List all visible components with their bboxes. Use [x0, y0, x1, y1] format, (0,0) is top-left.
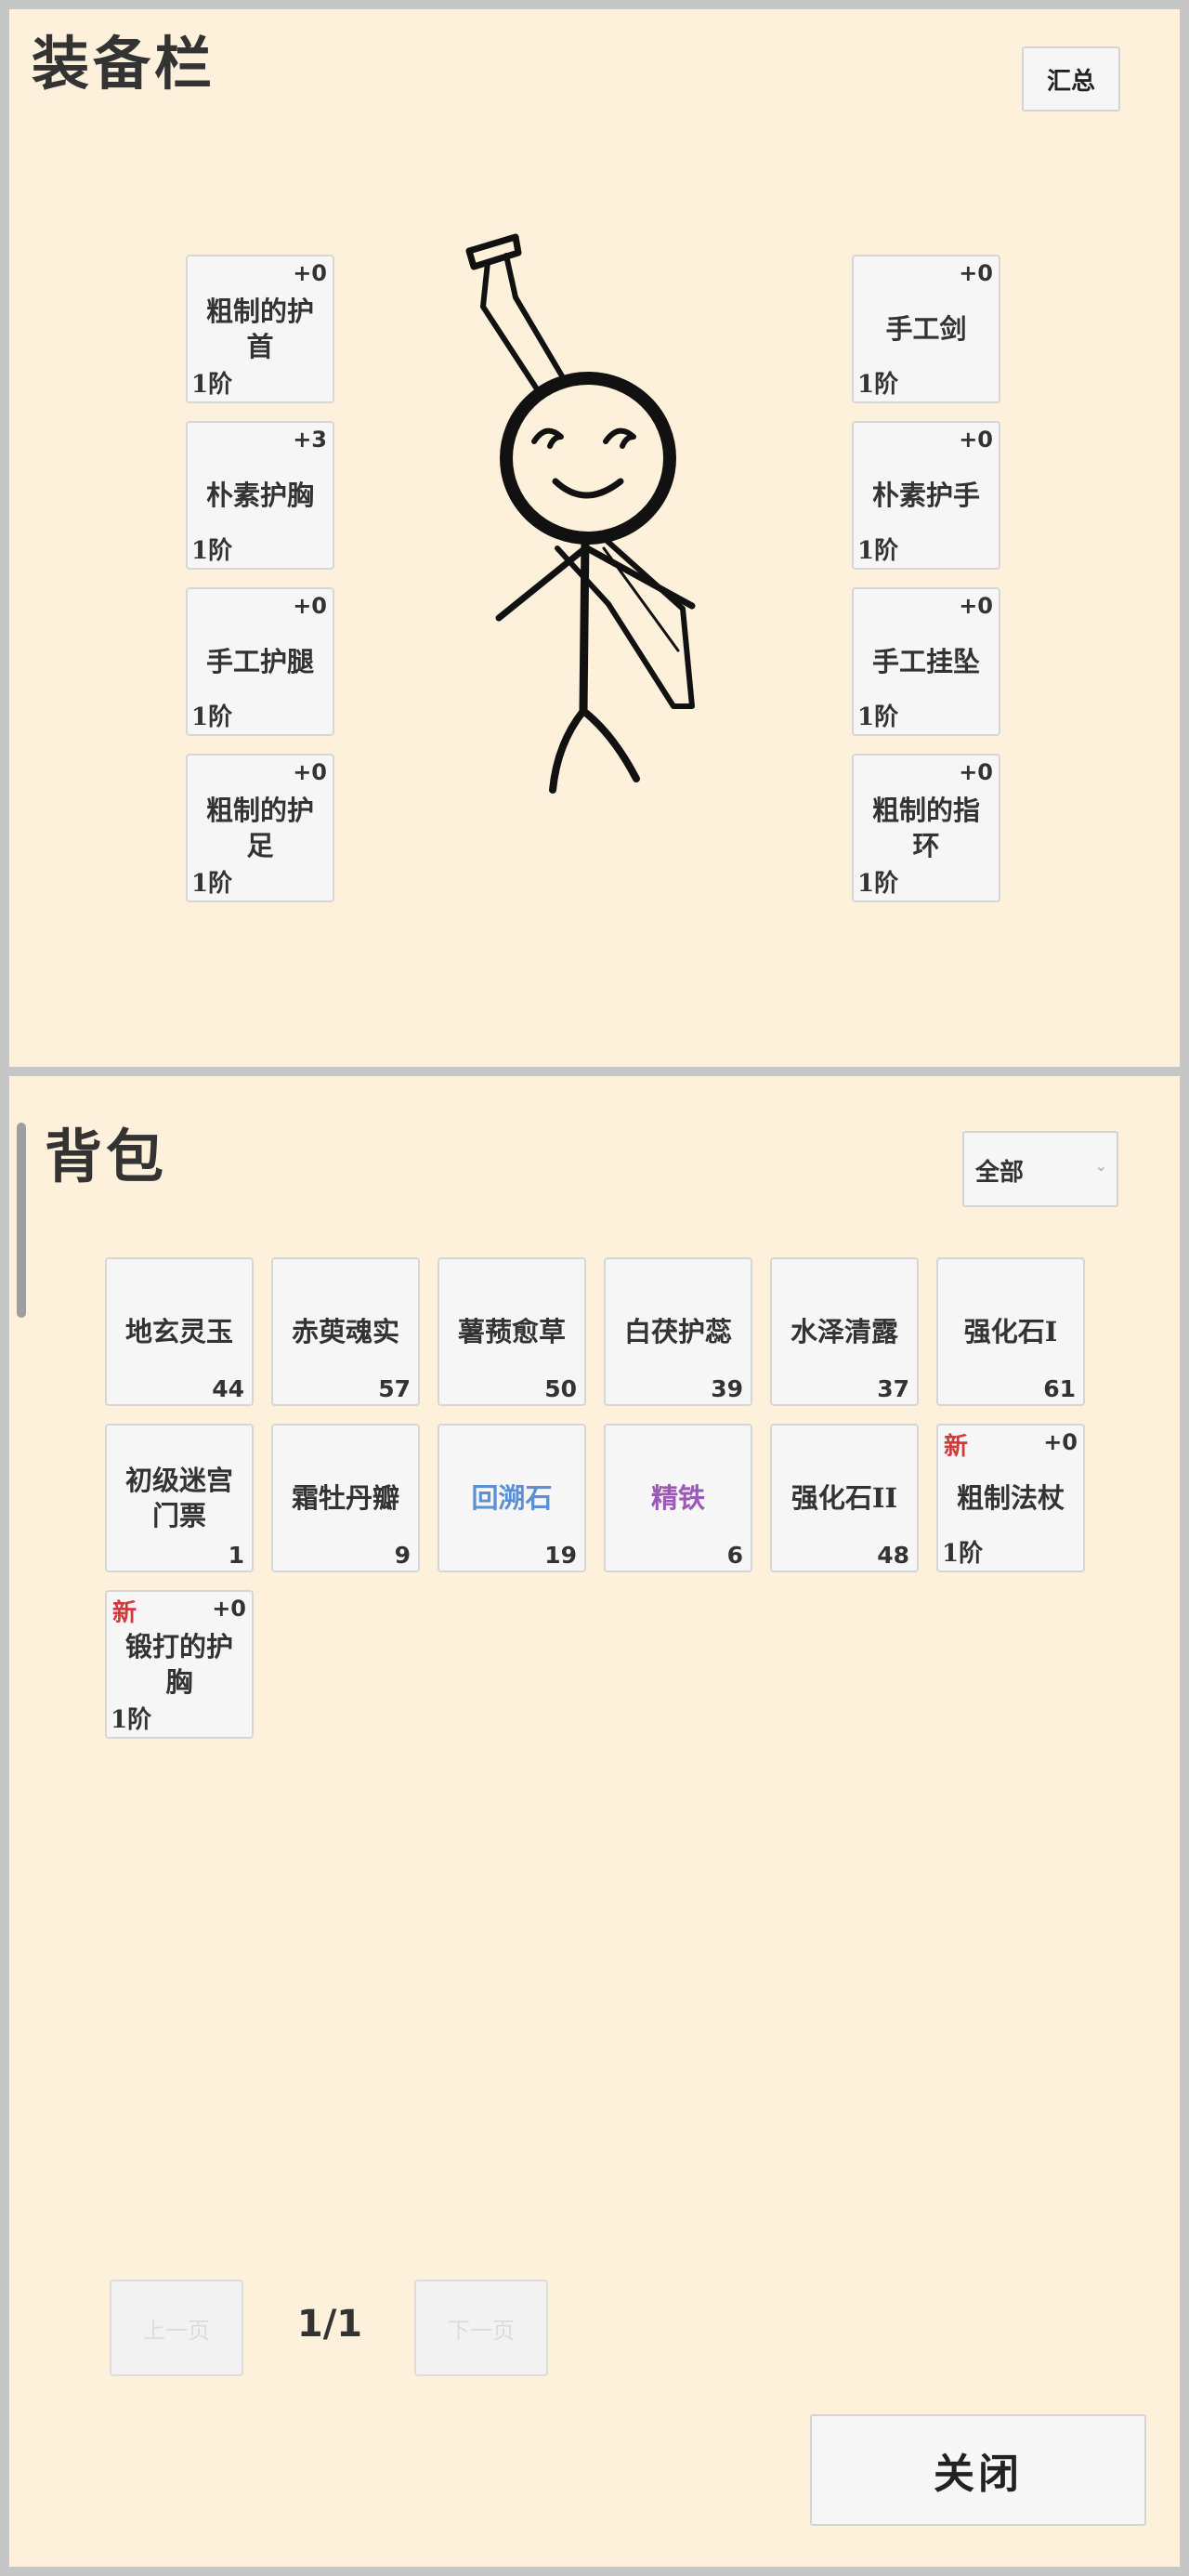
- bag-item[interactable]: 强化石II 48: [770, 1424, 919, 1572]
- bag-item[interactable]: 地玄灵玉 44: [105, 1257, 254, 1406]
- item-count: 19: [544, 1542, 577, 1569]
- item-count: 9: [394, 1542, 411, 1569]
- item-tier: 1阶: [191, 371, 233, 399]
- bag-item[interactable]: 薯蓣愈草 50: [438, 1257, 586, 1406]
- equip-slot-ring[interactable]: +0 粗制的指环 1阶: [852, 754, 1000, 902]
- item-count: 57: [378, 1375, 411, 1402]
- bag-item[interactable]: 精铁 6: [604, 1424, 752, 1572]
- item-count: 50: [544, 1375, 577, 1402]
- equip-slot-head[interactable]: +0 粗制的护首 1阶: [186, 255, 334, 403]
- summary-button[interactable]: 汇总: [1022, 46, 1120, 112]
- item-tier: 1阶: [111, 1706, 152, 1734]
- close-button[interactable]: 关闭: [810, 2414, 1146, 2526]
- filter-selected-value: 全部: [975, 1159, 1025, 1187]
- filter-select[interactable]: 全部 ⌄: [962, 1131, 1118, 1207]
- item-tier: 1阶: [191, 703, 233, 731]
- equip-slot-hands[interactable]: +0 朴素护手 1阶: [852, 421, 1000, 570]
- item-name: 精铁: [650, 1482, 705, 1514]
- item-count: 1: [228, 1542, 244, 1569]
- bag-item[interactable]: 霜牡丹瓣 9: [271, 1424, 420, 1572]
- bag-item[interactable]: 新 +0 粗制法杖 1阶: [936, 1424, 1085, 1572]
- body: [579, 534, 590, 716]
- equip-slot-feet[interactable]: +0 粗制的护足 1阶: [186, 754, 334, 902]
- chevron-down-icon: ⌄: [1094, 1157, 1107, 1175]
- bag-item[interactable]: 白茯护蕊 39: [604, 1257, 752, 1406]
- bag-item[interactable]: 强化石I 61: [936, 1257, 1085, 1406]
- next-page-button[interactable]: 下一页: [414, 2280, 548, 2376]
- item-count: 6: [726, 1542, 743, 1569]
- item-count: 48: [877, 1542, 909, 1569]
- item-tier: 1阶: [857, 537, 899, 565]
- page-indicator: 1/1: [296, 2303, 363, 2346]
- item-count: 61: [1043, 1375, 1076, 1402]
- equip-slot-legs[interactable]: +0 手工护腿 1阶: [186, 587, 334, 736]
- bag-item[interactable]: 赤萸魂实 57: [271, 1257, 420, 1406]
- item-tier: 1阶: [857, 703, 899, 731]
- item-name: 霜牡丹瓣: [291, 1482, 399, 1514]
- head: [500, 372, 676, 545]
- equip-slot-pendant[interactable]: +0 手工挂坠 1阶: [852, 587, 1000, 736]
- item-tier: 1阶: [942, 1540, 984, 1568]
- character-stickman: [465, 233, 696, 794]
- bag-title: 背包: [45, 1123, 168, 1190]
- bag-item[interactable]: 回溯石 19: [438, 1424, 586, 1572]
- arm-left: [495, 545, 589, 622]
- item-count: 44: [212, 1375, 244, 1402]
- equipment-title: 装备栏: [32, 30, 216, 98]
- equip-slot-chest[interactable]: +3 朴素护胸 1阶: [186, 421, 334, 570]
- leg-right: [580, 707, 640, 782]
- item-name: 初级迷宫门票: [124, 1465, 233, 1531]
- item-tier: 1阶: [191, 537, 233, 565]
- bag-item[interactable]: 新 +0 锻打的护胸 1阶: [105, 1590, 254, 1739]
- bag-item[interactable]: 初级迷宫门票 1: [105, 1424, 254, 1572]
- item-tier: 1阶: [857, 870, 899, 898]
- leg-left: [549, 707, 587, 794]
- equip-slot-weapon[interactable]: +0 手工剑 1阶: [852, 255, 1000, 403]
- item-count: 39: [711, 1375, 743, 1402]
- item-count: 37: [877, 1375, 909, 1402]
- item-tier: 1阶: [857, 371, 899, 399]
- bag-item[interactable]: 水泽清露 37: [770, 1257, 919, 1406]
- prev-page-button[interactable]: 上一页: [110, 2280, 243, 2376]
- item-tier: 1阶: [191, 870, 233, 898]
- scrollbar[interactable]: [17, 1123, 26, 1318]
